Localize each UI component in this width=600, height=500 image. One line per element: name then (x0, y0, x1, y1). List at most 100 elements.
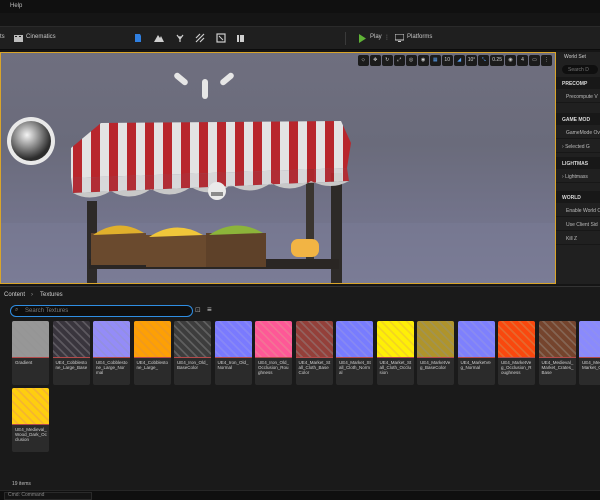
foliage-icon[interactable] (175, 33, 185, 43)
breadcrumb-content[interactable]: Content (4, 292, 25, 298)
asset-thumbnail (579, 321, 600, 358)
asset-type-bar (336, 357, 373, 358)
asset-label: UE4_Cobblestone_Large_ (136, 360, 169, 370)
asset-thumbnail (133, 321, 171, 358)
asset-type-bar (498, 357, 535, 358)
asset-type-bar (295, 357, 333, 358)
mesh-paint-icon[interactable] (195, 33, 205, 43)
breadcrumb-separator: › (31, 292, 33, 298)
asset-tile[interactable]: UE4_Market_Stall_Cloth_BaseColor (295, 321, 333, 385)
asset-thumbnail (214, 321, 252, 358)
asset-thumbnail (376, 321, 414, 358)
surface-snap-icon[interactable]: ◉ (417, 55, 429, 66)
asset-thumbnail (255, 321, 292, 358)
asset-tile[interactable]: UE4_Cobblestone_Large_ (133, 321, 171, 385)
asset-thumbnail (295, 321, 333, 358)
asset-type-bar (579, 357, 600, 358)
row-lightmass-label: Lightmass (565, 174, 588, 180)
grid-snap-icon[interactable]: ▦ (429, 55, 441, 66)
modeling-icon[interactable] (216, 33, 226, 43)
asset-tile[interactable]: UE4_MarketVeg_BaseColor (417, 321, 454, 385)
scale-snap-icon[interactable]: ⤡ (478, 55, 490, 66)
grid-snap-value[interactable]: 10 (441, 55, 453, 66)
rotate-icon[interactable]: ↻ (381, 55, 393, 66)
asset-type-bar (417, 357, 454, 358)
search-icon: ⌕ (15, 307, 19, 313)
save-search-icon[interactable]: ⊡ (195, 306, 201, 314)
breadcrumb-textures[interactable]: Textures (40, 292, 63, 298)
toolbar-separator (345, 32, 346, 45)
viewport-options-icon[interactable]: ⋮ (541, 55, 552, 66)
play-icon[interactable] (358, 34, 368, 44)
asset-thumbnail (12, 388, 49, 425)
rotation-snap-icon[interactable]: ◢ (453, 55, 465, 66)
scale-snap-value[interactable]: 0.25 (490, 55, 504, 66)
asset-tile[interactable]: UE4_MarketVeg_Occlusion_Roughness (498, 321, 535, 385)
asset-tile[interactable]: Gradient (12, 321, 49, 385)
row-lightmass[interactable]: › Lightmass (556, 169, 600, 183)
play-button[interactable]: Play (370, 34, 382, 40)
level-viewport[interactable]: ⬦ ✥ ↻ ⤢ ◎ ◉ ▦ 10 ◢ 10° ⤡ 0.25 ◉ 4 ▭ ⋮ (0, 52, 556, 284)
asset-tile[interactable]: UE4_Medieval_Wood_Dark_Occlusion (12, 388, 49, 452)
asset-grid: Gradient UE4_Cobblestone_Large_Base UE4_Co… (10, 318, 600, 478)
asset-type-bar (538, 357, 576, 358)
menu-help[interactable]: Help (10, 3, 22, 9)
world-space-icon[interactable]: ◎ (405, 55, 417, 66)
asset-type-bar (52, 357, 90, 358)
asset-type-bar (376, 357, 414, 358)
section-precomputed[interactable]: PRECOMP (556, 77, 600, 89)
row-selected-gamemode[interactable]: › Selected G (556, 139, 600, 153)
asset-label: Gradient (15, 360, 33, 365)
asset-tile[interactable]: UE4_Medieval_Market_Crates_ (579, 321, 600, 385)
content-browser-sidebar-edge (0, 318, 10, 490)
select-mode-icon[interactable]: ⬦ (357, 55, 369, 66)
asset-thumbnail (52, 321, 90, 358)
scale-icon[interactable]: ⤢ (393, 55, 405, 66)
camera-speed-value[interactable]: 4 (517, 55, 528, 66)
search-textures-input[interactable]: ⌕ Search Textures (10, 305, 193, 317)
play-options-icon[interactable]: ⋮ (384, 34, 390, 41)
fracture-icon[interactable] (236, 33, 246, 43)
section-game-mode[interactable]: GAME MOD (556, 113, 600, 125)
landscape-icon[interactable] (154, 33, 164, 43)
row-kill-z: Kill Z (556, 231, 600, 245)
asset-label: UE4_Cobblestone_Large_Base (55, 360, 88, 370)
asset-tile[interactable]: UE4_Cobblestone_Large_Normal (93, 321, 130, 385)
asset-label: UE4_MarketVeg_BaseColor (420, 360, 451, 370)
world-settings-tab[interactable]: World Set (556, 52, 600, 62)
asset-tile[interactable]: UE4_MarketVeg_Normal (457, 321, 495, 385)
asset-tile[interactable]: UE4_Iron_Old_BaseColor (174, 321, 211, 385)
content-browser-search-row: ⌕ Search Textures ⊡ ≡ (0, 303, 600, 318)
rotation-snap-value[interactable]: 10° (465, 55, 478, 66)
asset-tile[interactable]: UE4_Cobblestone_Large_Base (52, 321, 90, 385)
cinematics-button[interactable]: Cinematics (26, 34, 56, 40)
asset-thumbnail (93, 321, 130, 358)
asset-label: UE4_Market_Stall_Cloth_BaseColor (298, 360, 331, 375)
filter-icon[interactable]: ≡ (207, 305, 212, 314)
breadcrumb: Content › Textures (0, 286, 600, 303)
blueprint-icon[interactable] (133, 33, 143, 43)
camera-speed-icon[interactable]: ◉ (505, 55, 516, 66)
section-world[interactable]: WORLD (556, 191, 600, 203)
asset-label: UE4_Iron_Old_BaseColor (177, 360, 209, 370)
asset-tile[interactable]: UE4_Medieval_Market_Crates_Base (538, 321, 576, 385)
platforms-button[interactable]: Platforms (407, 34, 432, 40)
row-enable-world-composition: Enable World C (556, 203, 600, 217)
toolbar-fragment[interactable]: ts (0, 34, 5, 40)
asset-tile[interactable]: UE4_Iron_Old_Normal (214, 321, 252, 385)
layout-icon[interactable]: ▭ (529, 55, 540, 66)
asset-tile[interactable]: UE4_Iron_Old_Occlusion_Roughness (255, 321, 292, 385)
details-search-input[interactable]: Search D (562, 65, 598, 74)
translate-icon[interactable]: ✥ (369, 55, 381, 66)
asset-tile[interactable]: UE4_Market_Stall_Cloth_Normal (336, 321, 373, 385)
row-precompute: Precompute V (556, 89, 600, 103)
world-settings-panel: World Set Search D PRECOMP Precompute V … (556, 52, 600, 284)
row-selected-gamemode-label: Selected G (565, 144, 590, 150)
asset-type-bar (214, 357, 252, 358)
asset-tile[interactable]: UE4_Market_Stall_Cloth_Occlusion (376, 321, 414, 385)
asset-label: UE4_MarketVeg_Normal (460, 360, 491, 370)
item-count: 19 items (12, 481, 31, 487)
asset-label: UE4_Iron_Old_Normal (217, 360, 249, 370)
asset-thumbnail (457, 321, 495, 358)
section-lightmass[interactable]: LIGHTMAS (556, 157, 600, 169)
